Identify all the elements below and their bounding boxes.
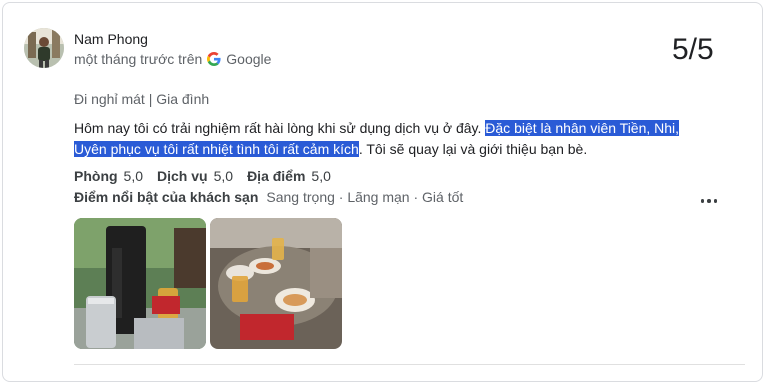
reviewer-name[interactable]: Nam Phong xyxy=(74,31,148,47)
avatar[interactable] xyxy=(24,28,64,68)
rating-value: 5,0 xyxy=(213,168,234,184)
hotel-highlights-label: Điểm nổi bật của khách sạn xyxy=(74,189,259,205)
review-text-part2: . Tôi sẽ quay lại và giới thiệu bạn bè. xyxy=(358,141,588,157)
review-source: Google xyxy=(226,51,272,67)
avatar-photo xyxy=(24,28,64,68)
hotel-highlights-value: Sang trọng · Lãng mạn · Giá tốt xyxy=(266,189,464,205)
review-photo[interactable] xyxy=(210,218,342,349)
rating-location: Địa điểm 5,0 xyxy=(247,168,331,184)
rating-label: Dịch vụ xyxy=(157,168,208,184)
category-ratings: Phòng 5,0 Dịch vụ 5,0 Địa điểm 5,0 xyxy=(74,168,331,184)
divider xyxy=(74,364,745,365)
review-score: 5/5 xyxy=(672,33,714,66)
review-text-part1: Hôm nay tôi có trải nghiệm rất hài lòng … xyxy=(74,120,486,136)
trip-type: Đi nghỉ mát | Gia đình xyxy=(74,91,210,107)
google-icon xyxy=(207,52,221,66)
review-photo-image xyxy=(74,218,206,349)
review-card: Nam Phong một tháng trước trên Google 5/… xyxy=(2,2,763,382)
rating-room: Phòng 5,0 xyxy=(74,168,143,184)
hotel-highlights: Điểm nổi bật của khách sạn Sang trọng · L… xyxy=(74,189,463,205)
rating-service: Dịch vụ 5,0 xyxy=(157,168,233,184)
rating-label: Phòng xyxy=(74,168,118,184)
review-time: một tháng trước trên xyxy=(74,51,203,67)
rating-label: Địa điểm xyxy=(247,168,306,184)
review-photo-image xyxy=(210,218,342,349)
review-meta: một tháng trước trên Google xyxy=(74,51,271,67)
review-photo[interactable] xyxy=(74,218,206,349)
rating-value: 5,0 xyxy=(311,168,331,184)
rating-value: 5,0 xyxy=(123,168,144,184)
more-options-icon[interactable] xyxy=(697,193,721,209)
review-text: Hôm nay tôi có trải nghiệm rất hài lòng … xyxy=(74,118,684,160)
